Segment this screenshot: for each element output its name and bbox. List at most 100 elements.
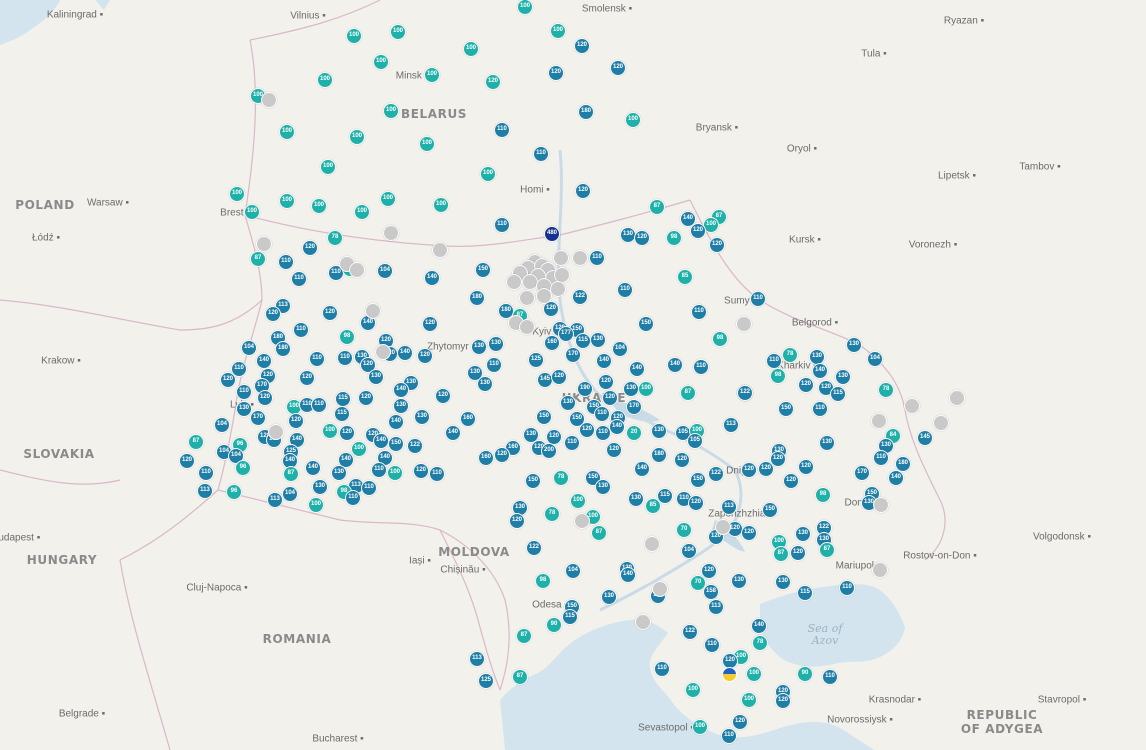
price-marker[interactable]: 110 [337,350,353,366]
price-marker[interactable]: 122 [682,624,698,640]
price-marker[interactable]: 140 [667,357,683,373]
price-marker[interactable]: 120 [775,693,791,709]
price-marker[interactable]: 130 [595,479,611,495]
price-marker[interactable]: 115 [335,391,351,407]
price-marker[interactable]: 78 [752,635,768,651]
price-marker[interactable]: 480 [544,226,560,242]
inactive-marker[interactable] [873,497,889,513]
inactive-marker[interactable] [550,281,566,297]
price-marker[interactable]: 120 [288,413,304,429]
price-marker[interactable]: 120 [741,525,757,541]
price-marker[interactable]: 120 [548,65,564,81]
price-marker[interactable]: 104 [612,341,628,357]
price-marker[interactable]: 160 [460,411,476,427]
price-marker[interactable]: 120 [494,447,510,463]
price-marker[interactable]: 100 [317,72,333,88]
price-marker[interactable]: 170 [250,410,266,426]
price-marker[interactable]: 110 [293,322,309,338]
price-marker[interactable]: 120 [220,372,236,388]
price-marker[interactable]: 110 [766,353,782,369]
price-marker[interactable]: 140 [609,419,625,435]
price-marker[interactable]: 120 [574,38,590,54]
price-marker[interactable]: 113 [197,483,213,499]
price-marker[interactable]: 87 [649,199,665,215]
price-marker[interactable]: 150 [525,473,541,489]
price-marker[interactable]: 170 [854,465,870,481]
price-marker[interactable]: 100 [383,103,399,119]
price-marker[interactable]: 125 [478,673,494,689]
price-marker[interactable]: 113 [708,599,724,615]
price-marker[interactable]: 110 [822,669,838,685]
price-marker[interactable]: 130 [601,589,617,605]
price-marker[interactable]: 110 [198,465,214,481]
inactive-marker[interactable] [365,303,381,319]
price-marker[interactable]: 177 [558,326,574,342]
price-marker[interactable]: 100 [279,124,295,140]
price-marker[interactable]: 78 [544,506,560,522]
inactive-marker[interactable] [736,316,752,332]
price-marker[interactable]: 120 [358,390,374,406]
price-marker[interactable]: 140 [373,433,389,449]
price-marker[interactable]: 120 [709,237,725,253]
price-marker[interactable]: 113 [723,417,739,433]
price-marker[interactable]: 115 [334,406,350,422]
inactive-marker[interactable] [349,262,365,278]
price-marker[interactable]: 100 [746,666,762,682]
price-marker[interactable]: 130 [775,574,791,590]
price-marker[interactable]: 140 [393,382,409,398]
price-marker[interactable]: 100 [638,381,654,397]
price-marker[interactable]: 110 [494,217,510,233]
price-marker[interactable]: 100 [550,23,566,39]
inactive-marker[interactable] [574,513,590,529]
price-marker[interactable]: 130 [488,336,504,352]
price-marker[interactable]: 104 [241,340,257,356]
price-marker[interactable]: 120 [732,714,748,730]
price-marker[interactable]: 120 [509,513,525,529]
inactive-marker[interactable] [261,92,277,108]
price-marker[interactable]: 100 [424,67,440,83]
price-marker[interactable]: 130 [477,376,493,392]
price-marker[interactable]: 78 [782,347,798,363]
price-marker[interactable]: 100 [463,41,479,57]
price-marker[interactable]: 120 [322,305,338,321]
price-marker[interactable]: 120 [575,183,591,199]
price-marker[interactable]: 90 [797,666,813,682]
inactive-marker[interactable] [904,398,920,414]
price-marker[interactable]: 78 [553,470,569,486]
price-marker[interactable]: 110 [309,351,325,367]
price-marker[interactable]: 104 [867,351,883,367]
price-marker[interactable]: 87 [512,669,528,685]
price-marker[interactable]: 110 [691,304,707,320]
price-marker[interactable]: 130 [651,423,667,439]
price-marker[interactable]: 104 [214,417,230,433]
price-marker[interactable]: 122 [572,289,588,305]
price-marker[interactable]: 87 [591,525,607,541]
price-marker[interactable]: 78 [878,382,894,398]
price-marker[interactable]: 200 [541,443,557,459]
price-marker[interactable]: 130 [393,398,409,414]
inactive-marker[interactable] [375,344,391,360]
price-marker[interactable]: 180 [578,104,594,120]
basemap[interactable] [0,0,1146,750]
inactive-marker[interactable] [933,415,949,431]
inactive-marker[interactable] [553,250,569,266]
inactive-marker[interactable] [519,290,535,306]
price-marker[interactable]: 130 [414,409,430,425]
price-marker[interactable]: 110 [589,250,605,266]
price-marker[interactable]: 170 [565,347,581,363]
price-marker[interactable]: 158 [703,584,719,600]
price-marker[interactable]: 110 [693,359,709,375]
price-marker[interactable]: 100 [322,423,338,439]
price-marker[interactable]: 87 [680,385,696,401]
price-marker[interactable]: 180 [651,447,667,463]
price-marker[interactable]: 120 [798,459,814,475]
price-marker[interactable]: 110 [361,480,377,496]
price-marker[interactable]: 160 [544,335,560,351]
price-marker[interactable]: 120 [690,223,706,239]
price-marker[interactable]: 78 [327,230,343,246]
price-marker[interactable]: 140 [424,270,440,286]
price-marker[interactable]: 110 [236,384,252,400]
price-marker[interactable]: 100 [692,719,708,735]
inactive-marker[interactable] [383,225,399,241]
price-marker[interactable]: 120 [435,388,451,404]
